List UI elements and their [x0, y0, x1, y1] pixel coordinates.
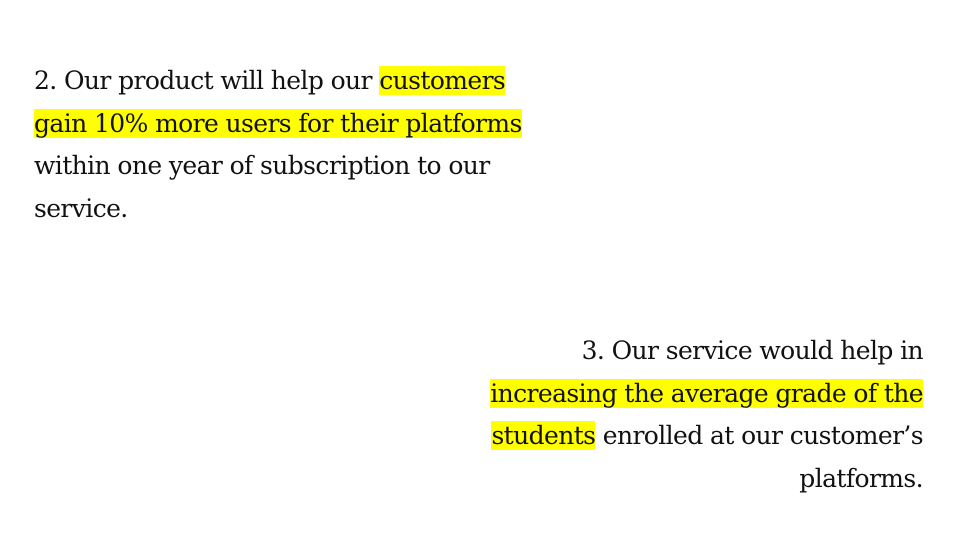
point-3-line-4-text: platforms. — [799, 463, 923, 493]
slide: { "point_2": { "lines": [ {"plain": "2. … — [0, 0, 960, 540]
point-3-line-3: students enrolled at our customer’s — [423, 415, 924, 458]
point-3-line-2-highlight: increasing the average grade of the — [490, 378, 924, 408]
point-2-line-4: service. — [34, 188, 594, 231]
point-2-line-1-text: 2. Our product will help our — [34, 66, 380, 95]
point-2-line-2-highlight: gain 10% more users for their platforms — [34, 108, 522, 138]
point-3-line-2: increasing the average grade of the — [423, 373, 924, 416]
point-3-line-3-highlight: students — [491, 421, 596, 450]
point-2-line-3: within one year of subscription to our — [34, 145, 594, 188]
point-2-line-3-text: within one year of subscription to our — [34, 151, 490, 180]
point-3-line-1-text: 3. Our service would help in — [581, 336, 924, 365]
point-2-line-4-text: service. — [34, 193, 128, 223]
point-3-line-3-text: enrolled at our customer’s — [595, 421, 924, 450]
point-3-line-4: platforms. — [423, 458, 923, 501]
point-2-line-1: 2. Our product will help our customers — [34, 60, 594, 103]
point-2-line-1-highlight: customers — [379, 66, 506, 95]
point-3-text-block: 3. Our service would help in increasing … — [423, 330, 924, 501]
point-3-line-1: 3. Our service would help in — [423, 330, 924, 373]
point-2-line-2: gain 10% more users for their platforms — [34, 103, 594, 146]
point-2-text-block: 2. Our product will help our customers g… — [34, 60, 594, 230]
